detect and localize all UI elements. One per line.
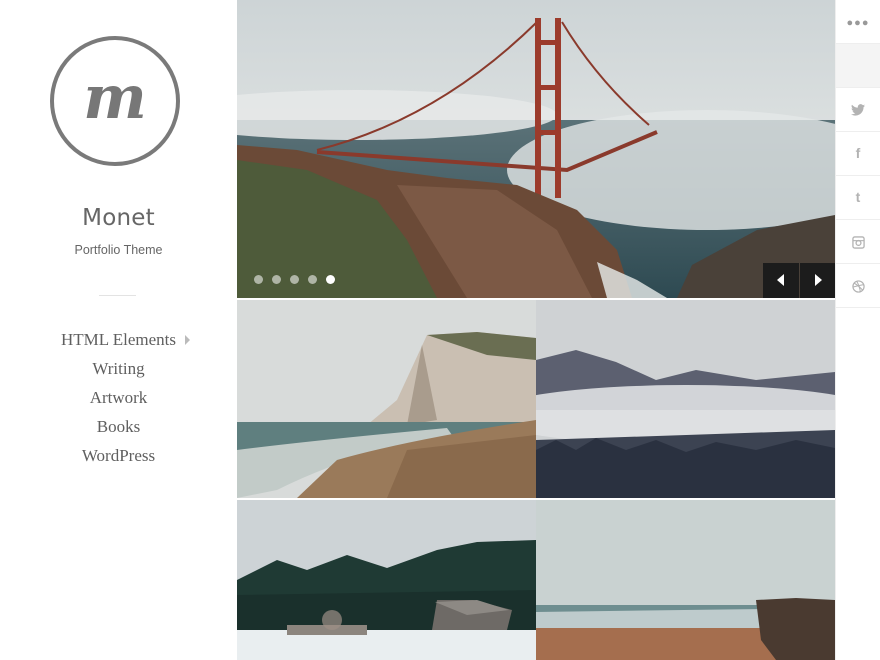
- site-logo[interactable]: m: [50, 36, 180, 166]
- slider-pagination: [254, 271, 344, 284]
- main-content: [237, 0, 835, 660]
- previous-slide-button[interactable]: [763, 263, 799, 298]
- slider-dot-active[interactable]: [326, 275, 335, 284]
- arrow-left-icon: [777, 274, 784, 286]
- nav-item-wordpress[interactable]: WordPress: [0, 445, 237, 474]
- blank-social-button[interactable]: [836, 44, 880, 88]
- nav-item-writing[interactable]: Writing: [0, 358, 237, 387]
- hero-slider[interactable]: [237, 0, 835, 298]
- instagram-icon: [851, 236, 865, 249]
- nav-item-label: Books: [96, 417, 141, 436]
- main-navigation: HTML Elements Writing Artwork Books Word…: [0, 329, 237, 474]
- nav-item-html-elements[interactable]: HTML Elements: [0, 329, 237, 358]
- nav-item-label: WordPress: [81, 446, 156, 465]
- tile-image: [536, 500, 835, 660]
- arrow-right-icon: [815, 274, 822, 286]
- gallery-tile-snowy-cabin[interactable]: [237, 500, 536, 660]
- gallery-tile-misty-shoreline[interactable]: [536, 500, 835, 660]
- next-slide-button[interactable]: [800, 263, 835, 298]
- gallery-tile-cliff-beach[interactable]: [237, 300, 536, 498]
- tumblr-icon: t: [855, 189, 861, 205]
- submenu-caret-icon: [185, 335, 190, 345]
- more-dots-icon: ●●●: [846, 17, 870, 29]
- dribbble-link[interactable]: [836, 264, 880, 308]
- divider: [99, 295, 136, 296]
- slider-dot[interactable]: [290, 275, 299, 284]
- nav-item-books[interactable]: Books: [0, 416, 237, 445]
- twitter-icon: [851, 104, 865, 116]
- slider-dot[interactable]: [254, 275, 263, 284]
- nav-item-label: Writing: [92, 359, 145, 378]
- slider-dot[interactable]: [308, 275, 317, 284]
- slider-dot[interactable]: [272, 275, 281, 284]
- tile-image: [237, 300, 536, 498]
- tumblr-link[interactable]: t: [836, 176, 880, 220]
- sidebar: m Monet Portfolio Theme HTML Elements Wr…: [0, 0, 237, 660]
- nav-item-label: HTML Elements: [60, 330, 177, 349]
- nav-item-label: Artwork: [89, 388, 148, 407]
- site-tagline: Portfolio Theme: [74, 243, 163, 257]
- facebook-link[interactable]: f: [836, 132, 880, 176]
- tile-image: [536, 300, 835, 498]
- tile-image: [237, 500, 536, 660]
- twitter-link[interactable]: [836, 88, 880, 132]
- social-sidebar: ●●● f t: [835, 0, 880, 660]
- instagram-link[interactable]: [836, 220, 880, 264]
- dribbble-icon: [851, 280, 865, 293]
- nav-item-artwork[interactable]: Artwork: [0, 387, 237, 416]
- gallery-tile-foggy-forest[interactable]: [536, 300, 835, 498]
- facebook-icon: f: [855, 145, 861, 161]
- logo-letter: m: [83, 63, 147, 133]
- site-title[interactable]: Monet: [0, 205, 237, 231]
- slide-image-bridge: [237, 0, 835, 298]
- more-button[interactable]: ●●●: [836, 0, 880, 44]
- slider-arrows: [763, 263, 835, 298]
